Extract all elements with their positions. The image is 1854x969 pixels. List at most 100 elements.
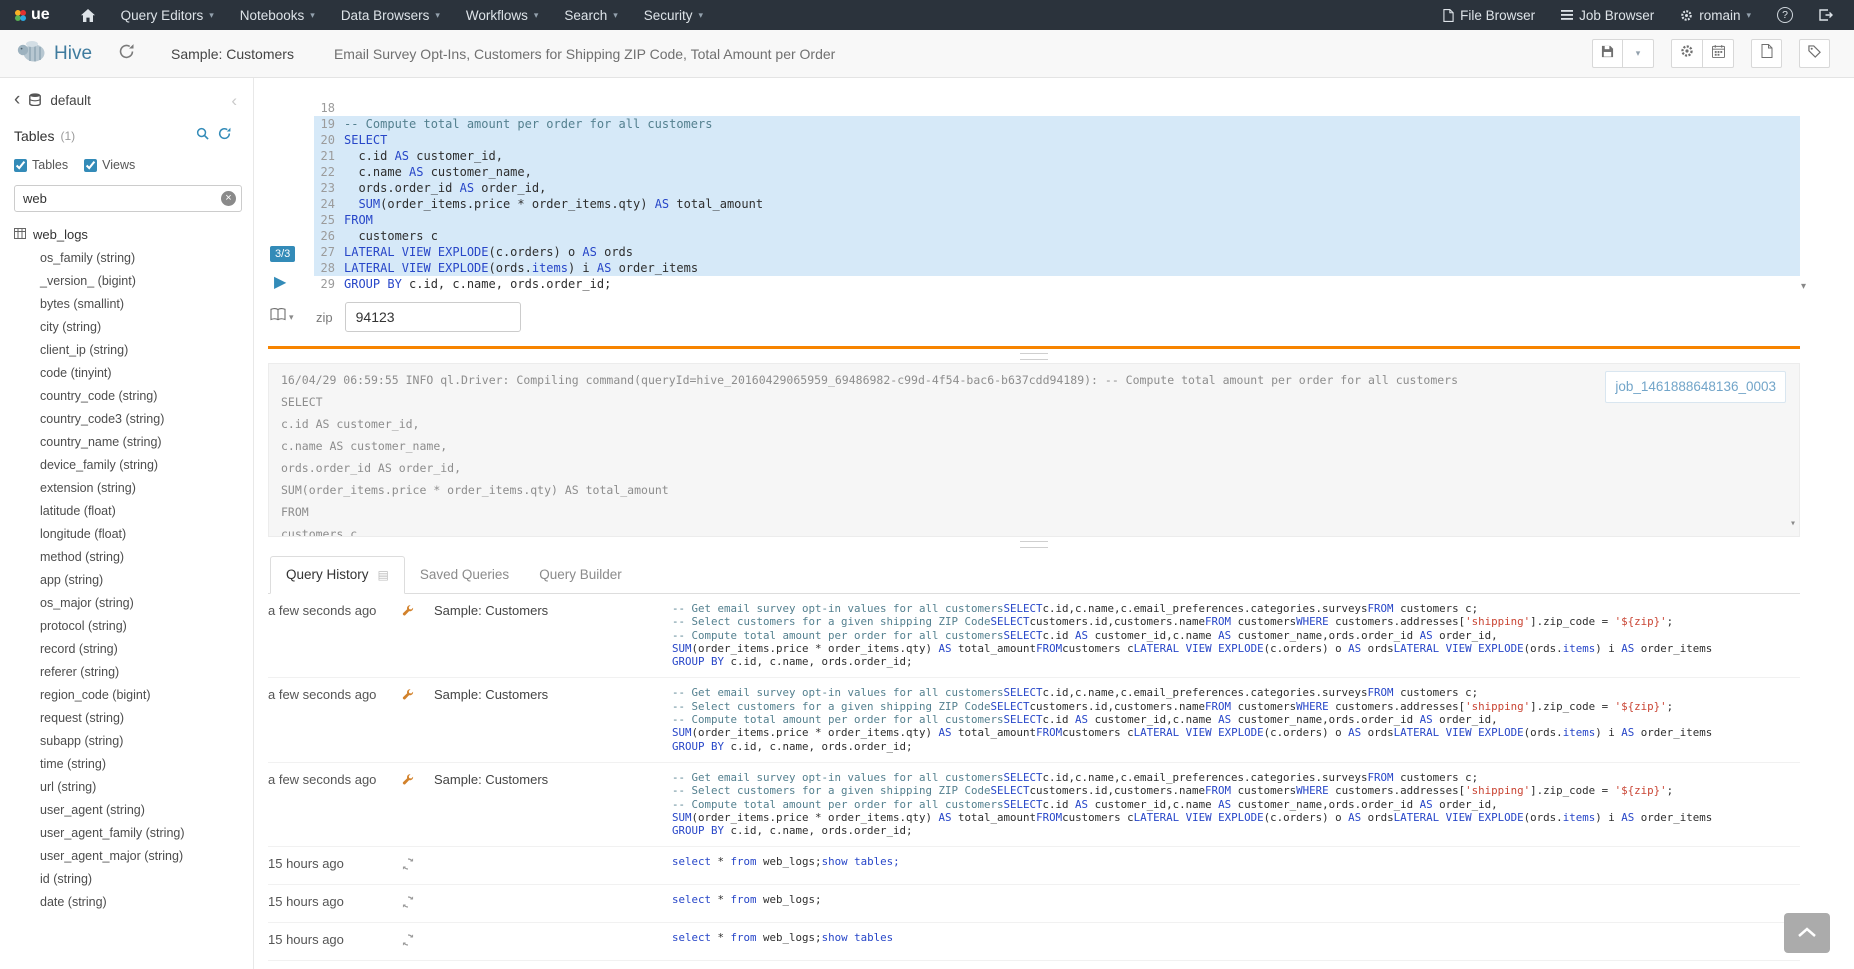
tables-checkbox-label[interactable]: Tables bbox=[14, 158, 68, 172]
views-checkbox-label[interactable]: Views bbox=[84, 158, 135, 172]
column-item[interactable]: id (string) bbox=[14, 868, 241, 891]
schedule-button[interactable] bbox=[1703, 39, 1734, 68]
user-menu[interactable]: romain ▾ bbox=[1667, 0, 1764, 30]
editor-line[interactable]: 24 SUM(order_items.price * order_items.q… bbox=[314, 196, 1800, 212]
column-item[interactable]: subapp (string) bbox=[14, 730, 241, 753]
editor-line[interactable]: 26 customers c bbox=[314, 228, 1800, 244]
file-browser-button[interactable]: File Browser bbox=[1430, 0, 1548, 30]
menu-data-browsers[interactable]: Data Browsers▾ bbox=[328, 0, 453, 30]
column-item[interactable]: region_code (bigint) bbox=[14, 684, 241, 707]
column-item[interactable]: longitude (float) bbox=[14, 523, 241, 546]
column-item[interactable]: os_major (string) bbox=[14, 592, 241, 615]
tab-query-history[interactable]: Query History▤ bbox=[270, 556, 405, 594]
query-description[interactable]: Email Survey Opt-Ins, Customers for Ship… bbox=[334, 46, 835, 62]
home-button[interactable] bbox=[68, 0, 108, 30]
column-item[interactable]: protocol (string) bbox=[14, 615, 241, 638]
column-item[interactable]: extension (string) bbox=[14, 477, 241, 500]
query-title[interactable]: Sample: Customers bbox=[171, 46, 294, 62]
history-row[interactable]: a few seconds agoSample: Customers-- Get… bbox=[268, 594, 1800, 678]
log-resize-handle[interactable] bbox=[1020, 353, 1048, 360]
column-item[interactable]: device_family (string) bbox=[14, 454, 241, 477]
column-item[interactable]: url (string) bbox=[14, 776, 241, 799]
hue-logo[interactable]: ue bbox=[0, 0, 68, 30]
query-editor[interactable]: 3/3 ▶ 1819-- Compute total amount per or… bbox=[268, 100, 1800, 292]
sql-token: AS bbox=[655, 197, 669, 211]
table-item-web-logs[interactable]: web_logs bbox=[14, 227, 241, 242]
format-button[interactable]: ▾ bbox=[268, 308, 314, 326]
column-item[interactable]: request (string) bbox=[14, 707, 241, 730]
column-item[interactable]: city (string) bbox=[14, 316, 241, 339]
column-item[interactable]: country_name (string) bbox=[14, 431, 241, 454]
results-resize-handle[interactable] bbox=[1020, 541, 1048, 548]
tab-query-builder[interactable]: Query Builder bbox=[524, 556, 637, 594]
job-link[interactable]: job_1461888648136_0003 bbox=[1605, 371, 1786, 403]
clear-search-icon[interactable]: × bbox=[221, 191, 236, 206]
menu-security[interactable]: Security▾ bbox=[631, 0, 716, 30]
editor-line[interactable]: 21 c.id AS customer_id, bbox=[314, 148, 1800, 164]
column-item[interactable]: referer (string) bbox=[14, 661, 241, 684]
menu-search[interactable]: Search▾ bbox=[551, 0, 630, 30]
editor-line[interactable]: 25FROM bbox=[314, 212, 1800, 228]
editor-line[interactable]: 29GROUP BY c.id, c.name, ords.order_id; bbox=[314, 276, 1800, 292]
column-item[interactable]: os_family (string) bbox=[14, 247, 241, 270]
editor-line[interactable]: 22 c.name AS customer_name, bbox=[314, 164, 1800, 180]
column-item[interactable]: country_code3 (string) bbox=[14, 408, 241, 431]
save-dropdown-button[interactable]: ▾ bbox=[1623, 39, 1654, 68]
column-item[interactable]: record (string) bbox=[14, 638, 241, 661]
job-browser-button[interactable]: Job Browser bbox=[1548, 0, 1667, 30]
help-button[interactable]: ? bbox=[1764, 0, 1806, 30]
refresh-icon[interactable] bbox=[218, 127, 231, 145]
tab-saved-queries[interactable]: Saved Queries bbox=[405, 556, 524, 594]
history-row[interactable]: a few seconds agoSample: Customers-- Get… bbox=[268, 763, 1800, 847]
line-number: 19 bbox=[314, 116, 344, 132]
execute-button[interactable]: ▶ bbox=[274, 275, 286, 291]
column-item[interactable]: latitude (float) bbox=[14, 500, 241, 523]
tables-checkbox[interactable] bbox=[14, 159, 27, 172]
history-row[interactable]: 15 hours agoselect * from web_logs; bbox=[268, 885, 1800, 923]
views-checkbox[interactable] bbox=[84, 159, 97, 172]
back-icon[interactable]: ‹ bbox=[14, 90, 20, 109]
menu-workflows[interactable]: Workflows▾ bbox=[453, 0, 552, 30]
column-item[interactable]: user_agent (string) bbox=[14, 799, 241, 822]
table-search-input[interactable] bbox=[14, 185, 242, 212]
sql-token: customers.id,customers.name bbox=[1030, 615, 1206, 628]
variable-input[interactable] bbox=[345, 302, 521, 332]
menu-notebooks[interactable]: Notebooks▾ bbox=[227, 0, 328, 30]
database-name[interactable]: default bbox=[50, 93, 91, 108]
scroll-to-top-button[interactable] bbox=[1784, 913, 1830, 953]
hive-app-button[interactable]: Hive bbox=[16, 39, 92, 68]
menu-query-editors[interactable]: Query Editors▾ bbox=[108, 0, 227, 30]
editor-line[interactable]: 18 bbox=[314, 100, 1800, 116]
history-sql: select * from web_logs;show tables; bbox=[672, 855, 1800, 868]
new-document-button[interactable] bbox=[1751, 39, 1782, 68]
column-item[interactable]: date (string) bbox=[14, 891, 241, 914]
editor-line[interactable]: 20SELECT bbox=[314, 132, 1800, 148]
editor-line[interactable]: 23 ords.order_id AS order_id, bbox=[314, 180, 1800, 196]
column-item[interactable]: method (string) bbox=[14, 546, 241, 569]
editor-line[interactable]: 19-- Compute total amount per order for … bbox=[314, 116, 1800, 132]
editor-line[interactable]: 28LATERAL VIEW EXPLODE(ords.items) i AS … bbox=[314, 260, 1800, 276]
history-row[interactable]: a few seconds agoSample: Customers-- Get… bbox=[268, 678, 1800, 762]
column-item[interactable]: time (string) bbox=[14, 753, 241, 776]
tags-button[interactable] bbox=[1799, 39, 1830, 68]
column-item[interactable]: bytes (smallint) bbox=[14, 293, 241, 316]
column-item[interactable]: user_agent_family (string) bbox=[14, 822, 241, 845]
column-item[interactable]: user_agent_major (string) bbox=[14, 845, 241, 868]
settings-button[interactable] bbox=[1671, 39, 1703, 68]
logout-button[interactable] bbox=[1806, 0, 1846, 30]
editor-line[interactable]: 27LATERAL VIEW EXPLODE(c.orders) o AS or… bbox=[314, 244, 1800, 260]
column-item[interactable]: client_ip (string) bbox=[14, 339, 241, 362]
column-item[interactable]: country_code (string) bbox=[14, 385, 241, 408]
history-row[interactable]: 15 hours agoselect * from web_logs;show … bbox=[268, 923, 1800, 961]
search-icon[interactable] bbox=[196, 127, 209, 145]
column-item[interactable]: code (tinyint) bbox=[14, 362, 241, 385]
collapse-panel-icon[interactable]: ‹ bbox=[231, 92, 237, 109]
history-row[interactable]: 15 hours agoselect * from web_logs;show … bbox=[268, 961, 1800, 969]
column-item[interactable]: _version_ (bigint) bbox=[14, 270, 241, 293]
save-button[interactable] bbox=[1592, 39, 1623, 68]
column-item[interactable]: app (string) bbox=[14, 569, 241, 592]
query-history-icon[interactable] bbox=[118, 43, 135, 65]
editor-scroll-down-icon[interactable]: ▾ bbox=[1801, 281, 1806, 292]
log-scroll-down-icon[interactable]: ▾ bbox=[1790, 513, 1796, 535]
history-row[interactable]: 15 hours agoselect * from web_logs;show … bbox=[268, 847, 1800, 885]
